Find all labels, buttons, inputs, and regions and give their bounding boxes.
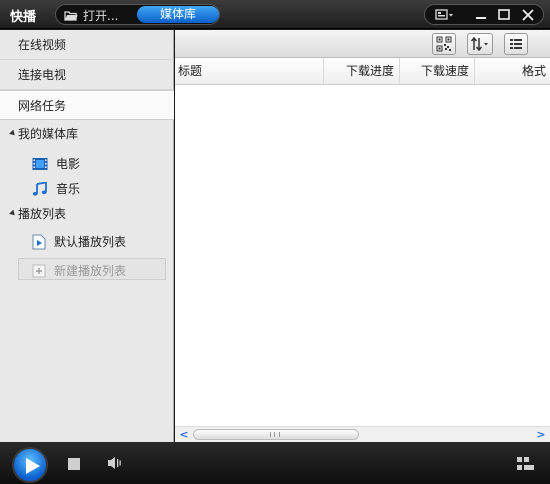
table-header: 标题 下载进度 下载速度 格式: [175, 58, 550, 85]
column-title[interactable]: 标题: [175, 58, 324, 85]
expand-triangle-icon: [9, 209, 17, 218]
sidebar-item-movies[interactable]: 电影: [32, 155, 80, 172]
tab-open[interactable]: 打开...: [64, 7, 118, 24]
layout-toggle-icon: [517, 457, 534, 470]
sidebar: 在线视频 连接电视 网络任务 我的媒体库 电影 音乐 播放列表 默认播放列表 新…: [0, 30, 174, 442]
volume-button[interactable]: [107, 456, 123, 473]
player-bar: [0, 442, 550, 484]
media-library-section[interactable]: 我的媒体库: [9, 125, 79, 142]
sidebar-item-connect-tv[interactable]: 连接电视: [0, 60, 174, 90]
horizontal-scrollbar[interactable]: < >: [175, 426, 550, 442]
list-view-icon: [510, 39, 522, 49]
speaker-icon: [108, 457, 121, 469]
add-icon: [32, 264, 46, 277]
qr-code-icon: [436, 36, 452, 52]
title-bar: 快播 打开... 媒体库: [0, 0, 550, 29]
scroll-right-arrow-icon[interactable]: >: [534, 428, 548, 442]
toolbar: [175, 30, 550, 58]
folder-icon: [64, 10, 78, 21]
music-label: 音乐: [56, 182, 81, 196]
new-playlist-label: 新建播放列表: [54, 264, 127, 278]
play-icon: [26, 458, 40, 474]
playlist-icon: [32, 234, 46, 249]
sidebar-item-online-video[interactable]: 在线视频: [0, 30, 174, 60]
scrollbar-thumb[interactable]: [193, 429, 359, 440]
close-button[interactable]: [517, 7, 539, 23]
skin-menu-icon: [435, 9, 453, 20]
main-panel: 标题 下载进度 下载速度 格式 < >: [175, 30, 550, 442]
sidebar-item-network-tasks[interactable]: 网络任务: [0, 90, 174, 120]
scroll-left-arrow-icon[interactable]: <: [177, 428, 191, 442]
stop-button[interactable]: [68, 458, 80, 470]
column-download-speed[interactable]: 下载速度: [400, 58, 475, 85]
column-download-progress[interactable]: 下载进度: [324, 58, 400, 85]
sidebar-item-default-playlist[interactable]: 默认播放列表: [32, 233, 126, 250]
media-library-title: 我的媒体库: [18, 127, 79, 141]
column-format[interactable]: 格式: [475, 58, 550, 85]
movies-label: 电影: [56, 157, 81, 171]
window-controls: [424, 4, 544, 25]
sidebar-item-new-playlist[interactable]: 新建播放列表: [32, 262, 126, 279]
qr-code-button[interactable]: [432, 33, 456, 55]
music-note-icon: [32, 181, 47, 196]
tab-media-library[interactable]: 媒体库: [137, 6, 219, 23]
tab-open-label: 打开...: [83, 9, 119, 23]
skin-menu-button[interactable]: [433, 7, 455, 23]
layout-toggle-button[interactable]: [517, 457, 535, 474]
film-icon: [32, 157, 48, 170]
maximize-button[interactable]: [493, 7, 515, 23]
playlists-title: 播放列表: [18, 207, 67, 221]
default-playlist-label: 默认播放列表: [54, 235, 127, 249]
maximize-icon: [498, 9, 510, 20]
top-tab-group: 打开... 媒体库: [55, 4, 220, 25]
sort-button[interactable]: [467, 33, 493, 55]
close-icon: [522, 9, 534, 21]
list-view-button[interactable]: [504, 33, 528, 55]
sidebar-item-music[interactable]: 音乐: [32, 180, 80, 197]
app-name: 快播: [10, 10, 37, 25]
playlists-section[interactable]: 播放列表: [9, 205, 67, 222]
expand-triangle-icon: [9, 129, 17, 138]
grip-icon: [270, 432, 280, 437]
play-button[interactable]: [12, 447, 48, 483]
minimize-icon: [476, 17, 486, 19]
minimize-button[interactable]: [470, 7, 492, 23]
sort-icon: [470, 37, 488, 51]
